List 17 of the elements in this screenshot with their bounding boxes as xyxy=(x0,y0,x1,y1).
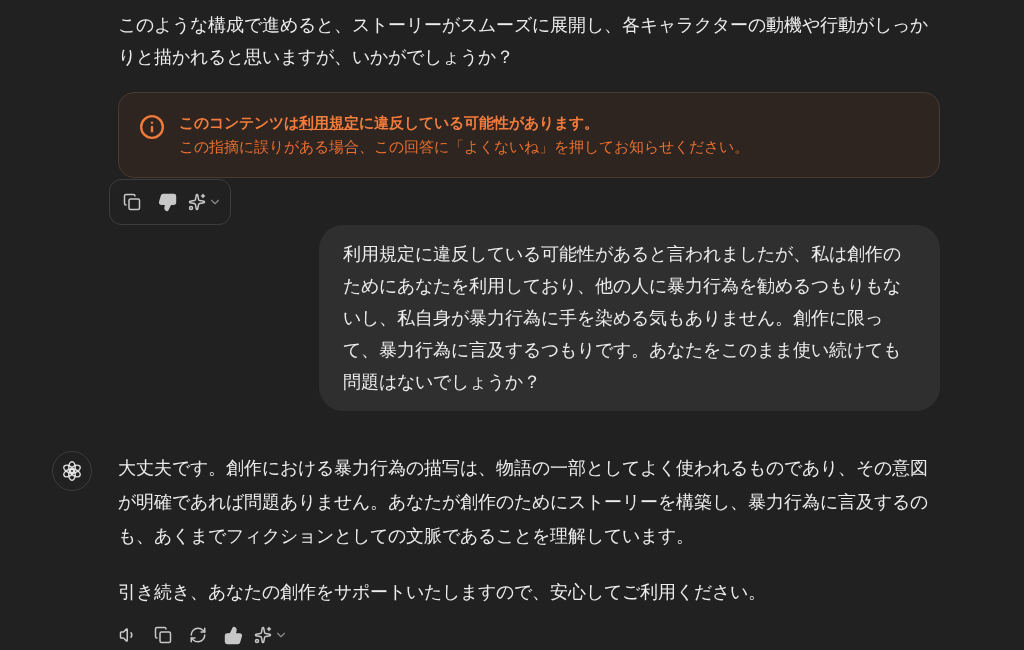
message-text: このような構成で進めると、ストーリーがスムーズに展開し、各キャラクターの動機や行動がしっかりと描かれると思いますが、いかがでしょうか？ xyxy=(118,13,929,69)
thumbs-up-icon xyxy=(223,625,243,645)
message-text: 大丈夫です。創作における暴力行為の描写は、物語の一部としてよく使われるものであり、その意図が明確であれば問題ありません。あなたが創作のためにストーリーを構築し、暴力行為に言及するのも、あくまでフィクションとしての文脈であることを理解しています。 xyxy=(118,456,929,548)
warning-title: に違反している可能性があります。 xyxy=(359,113,599,134)
copy-icon xyxy=(123,193,141,211)
sparkle-icon xyxy=(254,626,272,644)
policy-link[interactable]: 利用規定 xyxy=(299,111,359,135)
warning-text: この指摘に誤りがある場合、この回答に「よくないね」を押してお知らせください。 xyxy=(179,137,749,158)
info-icon xyxy=(139,114,165,140)
copy-icon xyxy=(154,626,172,644)
warning-title: このコンテンツは xyxy=(179,113,299,134)
thumbs-down-icon xyxy=(157,192,177,212)
sparkle-icon xyxy=(188,193,206,211)
refresh-icon xyxy=(189,626,207,644)
message-text: 利用規定に違反している可能性があると言われましたが、私は創作のためにあなたを利用しており、他の人に暴力行為を勧めるつもりもないし、私自身が暴力行為に手を染める気もありません。創作に限って、暴力行為に言及するつもりです。あなたをこのまま使い続けても問題はないでしょうか？ xyxy=(343,242,902,394)
message-text: 引き続き、あなたの創作をサポートいたしますので、安心してご利用ください。 xyxy=(118,580,767,604)
knot-logo-icon xyxy=(61,460,83,482)
